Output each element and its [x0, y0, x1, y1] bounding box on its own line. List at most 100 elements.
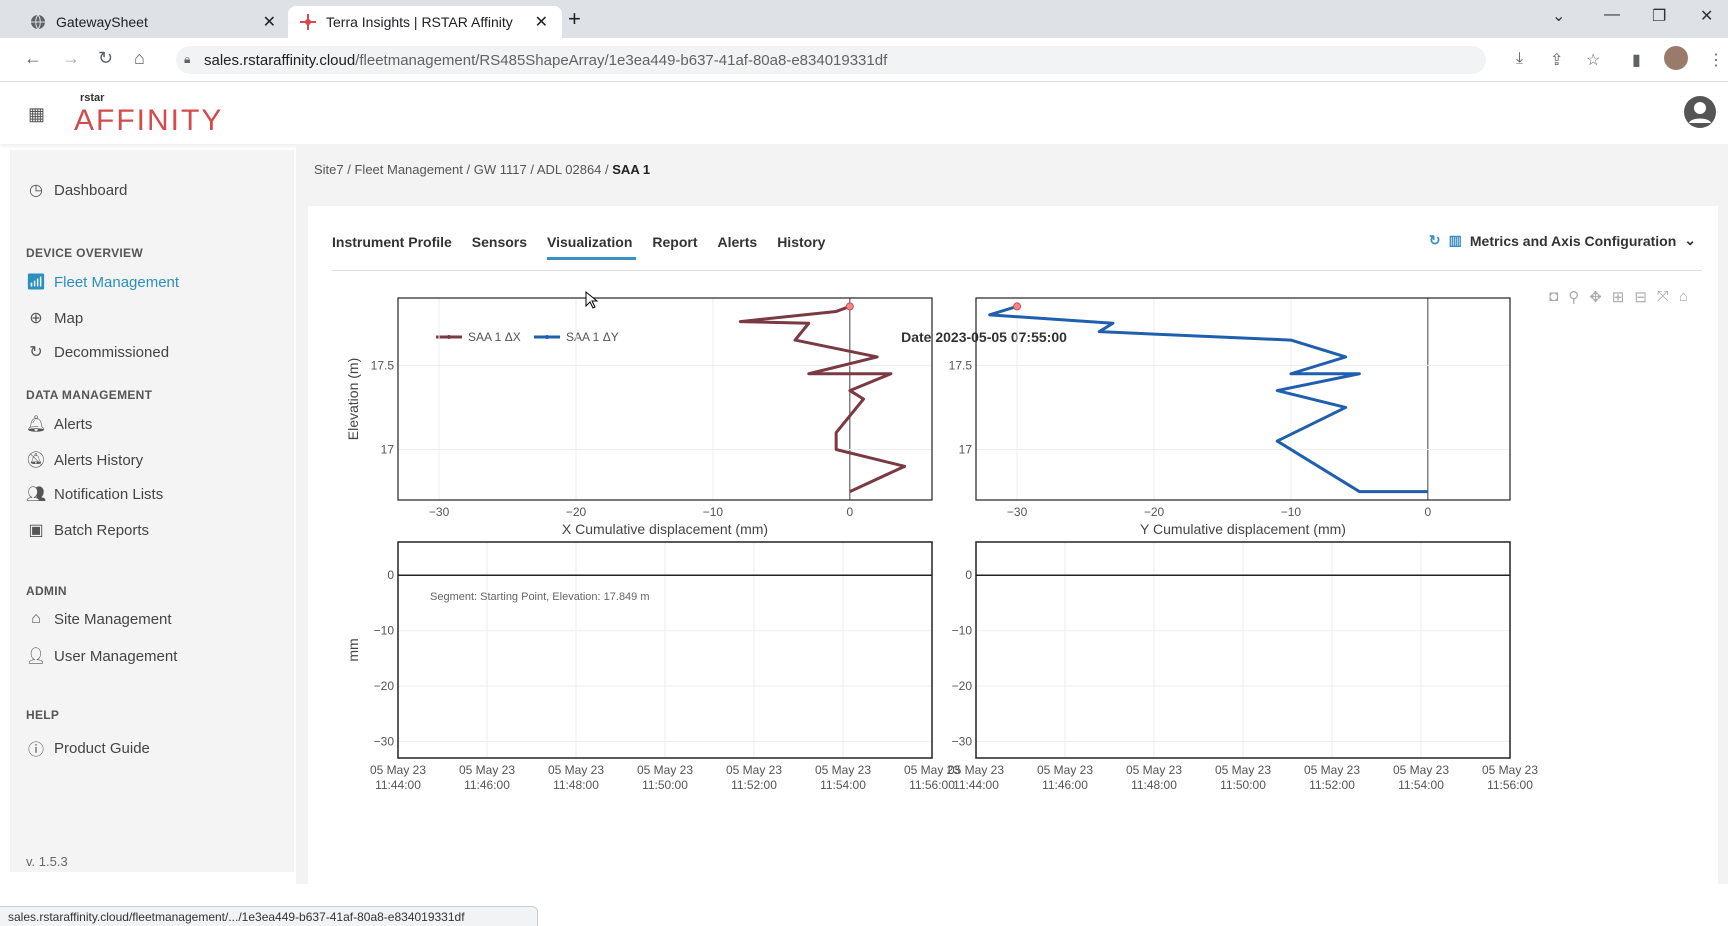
back-icon[interactable]: ← [24, 48, 42, 69]
breadcrumb-item[interactable]: ADL 02864 [537, 162, 602, 177]
sidebar-item-product-guide[interactable]: ⓘ Product Guide [26, 736, 150, 760]
x-tick-label: 05 May 23 11:50:00 [637, 763, 693, 792]
x-tick-label: 05 May 23 11:52:00 [726, 763, 782, 792]
legend-label-x: SAA 1 ΔX [468, 330, 521, 344]
series-line [738, 305, 907, 493]
plot-x-displacement: −30 −20 −10 0 17 17.5 X Cumulative displacemen… [345, 297, 933, 537]
sidebar-item-label: Batch Reports [54, 521, 150, 539]
close-window-icon[interactable]: ✕ [1700, 6, 1713, 26]
sidebar-item-decommissioned[interactable]: ↻ Decommissioned [26, 342, 169, 362]
bell-icon: 🔔︎ [25, 416, 47, 433]
profile-avatar[interactable] [1664, 46, 1688, 70]
legend: SAA 1 ΔX SAA 1 ΔY [436, 330, 619, 344]
sidebar-item-label: Alerts History [54, 451, 144, 469]
tab-search-icon[interactable]: ⌄ [1552, 6, 1565, 26]
browser-menu-icon[interactable]: ⋮ [1708, 50, 1724, 70]
version-label: v. 1.5.3 [26, 854, 68, 869]
sidebar: ◷ Dashboard DEVICE OVERVIEW 📶︎ Fleet Man… [10, 150, 294, 872]
breadcrumb-current: SAA 1 [612, 162, 651, 177]
tab-title: Terra Insights | RSTAR Affinity [326, 14, 513, 30]
x-tick-label: 05 May 23 11:52:00 [1304, 763, 1360, 792]
app-header: ▦ rstar AFFINITY [0, 82, 1728, 144]
sidebar-item-label: Dashboard [54, 181, 128, 199]
sidebar-item-fleet-management[interactable]: 📶︎ Fleet Management [26, 272, 179, 292]
new-tab-icon[interactable]: + [568, 6, 581, 32]
side-panel-icon[interactable]: ▮ [1632, 50, 1641, 70]
breadcrumb-item[interactable]: Fleet Management [354, 162, 462, 177]
browser-tab-gatewaysheet[interactable]: GatewaySheet ✕ [18, 6, 290, 38]
y-tick-label: 0 [387, 568, 394, 582]
plot-y-timeseries: 05 May 23 11:44:00 05 May 23 11:46:00 05 May… [948, 541, 1538, 792]
logo-small-text: rstar [80, 92, 105, 104]
sidebar-item-alerts[interactable]: 🔔︎ Alerts [25, 414, 93, 434]
sidebar-item-map[interactable]: ⊕ Map [26, 308, 83, 328]
download-icon[interactable]: ⤓ [1516, 50, 1523, 68]
browser-tab-terra-insights[interactable]: Terra Insights | RSTAR Affinity ✕ [288, 6, 562, 38]
section-admin: ADMIN [26, 584, 67, 598]
minimize-icon[interactable]: — [1604, 6, 1620, 24]
y-tick-label: 17.5 [371, 358, 395, 372]
start-point-marker [845, 302, 854, 311]
lock-icon: 🔒︎ [184, 52, 191, 66]
apps-grid-icon[interactable]: ▦ [28, 104, 45, 125]
sidebar-item-dashboard[interactable]: ◷ Dashboard [26, 180, 127, 200]
y-tick-label: −10 [952, 624, 973, 638]
status-url: sales.rstaraffinity.cloud/fleetmanagemen… [0, 906, 538, 926]
sidebar-item-label: Product Guide [54, 739, 150, 757]
y-tick-label: −20 [374, 679, 395, 693]
y-tick-label: 0 [965, 568, 972, 582]
sidebar-item-label: Site Management [54, 610, 172, 628]
close-tab-icon[interactable]: ✕ [263, 12, 276, 32]
account-icon[interactable] [1684, 96, 1716, 128]
y-tick-label: −10 [374, 624, 395, 638]
sidebar-item-label: User Management [54, 647, 178, 665]
x-tick-label: 0 [847, 505, 854, 519]
user-icon: 👤︎ [25, 648, 47, 665]
x-tick-label: −20 [1144, 505, 1165, 519]
breadcrumb-item[interactable]: GW 1117 [474, 162, 527, 177]
sidebar-item-site-management[interactable]: ⌂ Site Management [26, 610, 172, 628]
section-data-management: DATA MANAGEMENT [26, 388, 153, 402]
sidebar-item-user-management[interactable]: 👤︎ User Management [25, 646, 178, 666]
sidebar-item-batch-reports[interactable]: ▣ Batch Reports [26, 520, 149, 540]
report-icon: ▣ [28, 522, 44, 539]
legend-marker-y [545, 335, 549, 339]
fleet-wifi-icon: 📶︎ [25, 274, 47, 291]
sidebar-item-notification-lists[interactable]: 👥︎ Notification Lists [26, 484, 163, 504]
url-field[interactable]: 🔒︎ sales.rstaraffinity.cloud/fleetmanage… [176, 46, 1486, 74]
sidebar-item-label: Alerts [54, 415, 93, 433]
bookmark-star-icon[interactable]: ☆ [1586, 50, 1600, 70]
x-tick-label: 0 [1425, 505, 1432, 519]
x-tick-label: 05 May 23 11:46:00 [1037, 763, 1093, 792]
close-tab-icon[interactable]: ✕ [535, 12, 548, 32]
legend-label-y: SAA 1 ΔY [566, 330, 619, 344]
reload-icon[interactable]: ↻ [98, 48, 113, 69]
y-tick-label: −20 [952, 679, 973, 693]
x-tick-label: −30 [1007, 505, 1028, 519]
sidebar-item-label: Notification Lists [54, 485, 164, 503]
x-tick-label: −10 [703, 505, 724, 519]
x-tick-label: 05 May 23 11:54:00 [815, 763, 871, 792]
x-tick-label: 05 May 23 11:50:00 [1215, 763, 1271, 792]
breadcrumb-item[interactable]: Site7 [314, 162, 344, 177]
tab-title: GatewaySheet [56, 14, 148, 30]
forward-icon[interactable]: → [62, 48, 80, 69]
home-icon[interactable]: ⌂ [134, 48, 145, 69]
x-tick-label: 05 May 23 11:44:00 [370, 763, 426, 792]
sidebar-item-alerts-history[interactable]: 🔕︎ Alerts History [26, 450, 143, 470]
x-tick-label: 05 May 23 11:54:00 [1393, 763, 1449, 792]
plot-x-timeseries: 05 May 23 11:44:00 05 May 23 11:46:00 05 May… [345, 541, 960, 792]
y-tick-label: 17 [959, 443, 973, 457]
share-icon[interactable]: ⇪ [1550, 50, 1563, 70]
sidebar-item-label: Fleet Management [54, 273, 180, 291]
breadcrumb: Site7 / Fleet Management / GW 1117 / ADL… [314, 162, 651, 177]
x-tick-label: −10 [1281, 505, 1302, 519]
maximize-icon[interactable]: ❐ [1652, 6, 1666, 26]
users-icon: 👥︎ [25, 486, 47, 503]
x-tick-label: 05 May 23 11:48:00 [548, 763, 604, 792]
section-device-overview: DEVICE OVERVIEW [26, 246, 143, 260]
main-content: Site7 / Fleet Management / GW 1117 / ADL… [296, 144, 1728, 884]
x-axis-label: X Cumulative displacement (mm) [562, 521, 768, 537]
legend-marker-x [447, 335, 451, 339]
instrument-panel: Instrument Profile Sensors Visualization… [308, 206, 1718, 884]
